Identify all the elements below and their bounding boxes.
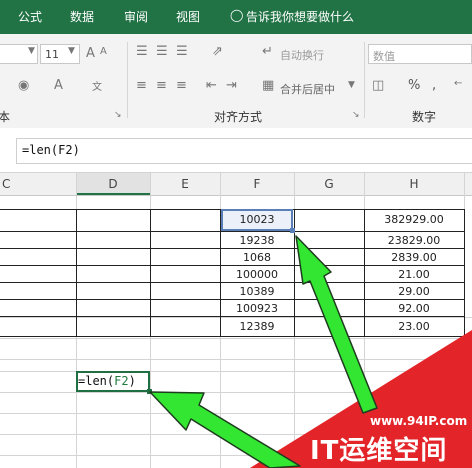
annotation-arrows: [149, 235, 378, 468]
arrow-to-f2-icon: [295, 235, 378, 414]
arrow-to-d-cell-icon: [149, 391, 301, 468]
